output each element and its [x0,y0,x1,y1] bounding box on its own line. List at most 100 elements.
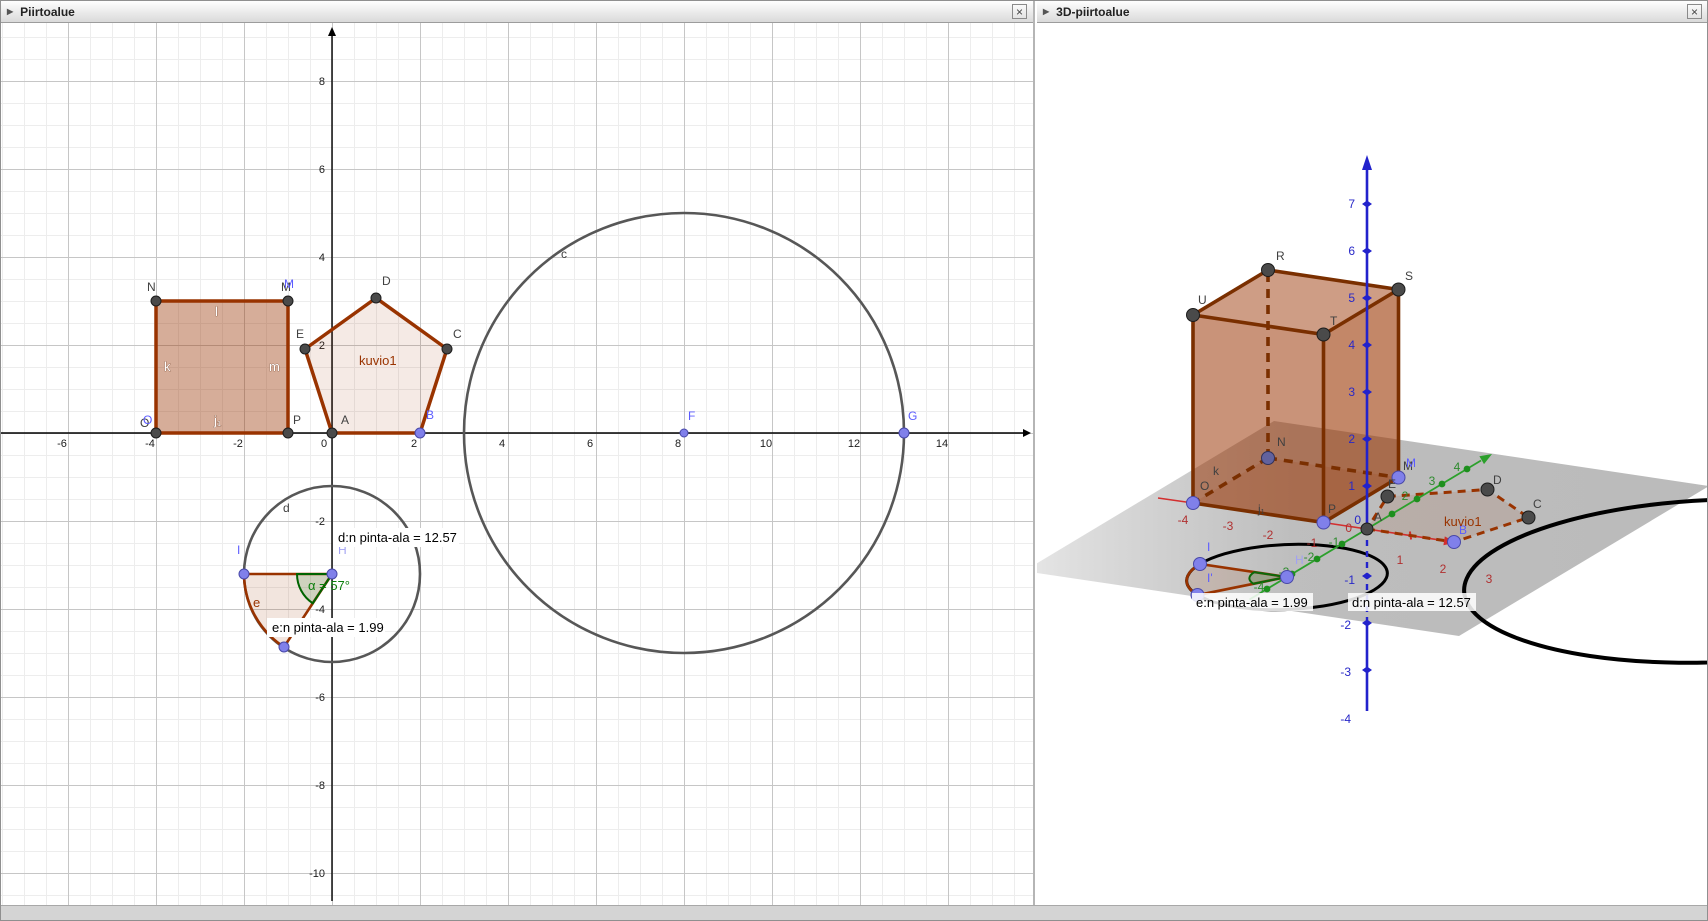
point-P[interactable] [283,428,293,438]
label3d-I[interactable]: I [1207,540,1210,554]
label-N[interactable]: N [147,280,156,294]
svg-text:4: 4 [319,252,325,264]
svg-text:2: 2 [1402,489,1409,503]
origin-zero-red: 0 [1345,521,1352,535]
label3d-D[interactable]: D [1493,473,1502,487]
point3d-H[interactable] [1281,571,1294,584]
graphics-view-3d[interactable]: 7 6 5 4 3 2 1 -1 -2 -3 -4 0 0 -4 -3 [1037,23,1708,905]
label3d-O[interactable]: O [1200,479,1209,493]
area-d-3d-text[interactable]: d:n pinta-ala = 12.57 [1352,595,1471,610]
label-C[interactable]: C [453,327,462,341]
label3d-R[interactable]: R [1276,249,1285,263]
label3d-E[interactable]: E [1388,477,1396,491]
point3d-S[interactable] [1392,283,1405,296]
label3d-side-k[interactable]: k [1213,464,1220,478]
label-A[interactable]: A [341,413,349,427]
svg-text:-6: -6 [57,438,67,450]
svg-text:8: 8 [675,438,681,450]
graphics-view-2d[interactable]: -6 -4 -2 0 2 4 6 8 10 12 14 8 6 4 [1,23,1033,905]
label-e[interactable]: e [253,595,260,610]
point3d-O[interactable] [1187,497,1200,510]
label3d-N[interactable]: N [1277,435,1286,449]
area-d-text[interactable]: d:n pinta-ala = 12.57 [338,530,457,545]
collapse-triangle-icon[interactable]: ▶ [7,8,13,16]
axes-2d [1,27,1031,901]
point-B[interactable] [415,428,425,438]
point-N[interactable] [151,296,161,306]
z-axis-arrow-icon [1362,155,1372,170]
point-A[interactable] [327,428,337,438]
svg-text:14: 14 [936,438,948,450]
label-O-blue[interactable]: O [143,413,152,427]
svg-text:-4: -4 [315,604,325,616]
point3d-A[interactable] [1361,523,1373,535]
point3d-T[interactable] [1317,328,1330,341]
label-side-l[interactable]: l [215,304,218,319]
collapse-triangle-icon[interactable]: ▶ [1043,8,1049,16]
label-I[interactable]: I [237,543,240,557]
point-I[interactable] [239,569,249,579]
label-D[interactable]: D [382,274,391,288]
svg-text:2: 2 [1440,562,1447,576]
label-side-j1[interactable]: j₁ [213,413,222,428]
label3d-kuvio1[interactable]: kuvio1 [1444,514,1482,529]
point3d-R[interactable] [1262,264,1275,277]
point3d-U[interactable] [1187,309,1200,322]
label-angle-alpha[interactable]: α = 57° [308,578,350,593]
point3d-N[interactable] [1262,452,1275,465]
panel-3d-titlebar: ▶ 3D-piirtoalue × [1037,1,1708,23]
point-D[interactable] [371,293,381,303]
label-kuvio1[interactable]: kuvio1 [359,353,397,368]
svg-text:-2: -2 [233,438,243,450]
label-side-k[interactable]: k [164,359,171,374]
label-M-blue[interactable]: M [284,277,294,291]
svg-text:3: 3 [1429,474,1436,488]
label3d-Ip[interactable]: I' [1207,571,1213,585]
y-tick-labels: 8 6 4 2 -2 -4 -6 -8 -10 [309,76,325,880]
point3d-B[interactable] [1448,536,1461,549]
close-icon[interactable]: × [1687,4,1702,19]
label3d-A[interactable]: A [1374,510,1382,524]
svg-text:4: 4 [1454,460,1461,474]
area-e-3d-text[interactable]: e:n pinta-ala = 1.99 [1196,595,1308,610]
panel-3d-title: 3D-piirtoalue [1056,5,1129,19]
svg-text:1: 1 [1397,553,1404,567]
label-P[interactable]: P [293,413,301,427]
point-C[interactable] [442,344,452,354]
svg-text:5: 5 [1348,291,1355,305]
label3d-M-blue[interactable]: M [1406,456,1416,470]
label-c[interactable]: c [561,247,567,261]
svg-text:12: 12 [848,438,860,450]
svg-text:3: 3 [1348,385,1355,399]
close-icon[interactable]: × [1012,4,1027,19]
point-M[interactable] [283,296,293,306]
point3d-C[interactable] [1522,511,1535,524]
svg-text:-4: -4 [145,438,155,450]
label-B[interactable]: B [426,408,434,422]
point-sector-end[interactable] [279,642,289,652]
label3d-T[interactable]: T [1330,314,1338,328]
svg-text:7: 7 [1348,197,1355,211]
area-e-text[interactable]: e:n pinta-ala = 1.99 [272,620,384,635]
point-G[interactable] [899,428,909,438]
svg-text:-2: -2 [1340,618,1351,632]
point-E[interactable] [300,344,310,354]
label3d-U[interactable]: U [1198,293,1207,307]
svg-text:4: 4 [1348,338,1355,352]
svg-text:-4: -4 [1340,712,1351,726]
label3d-H[interactable]: H [1295,553,1304,567]
point3d-E[interactable] [1381,490,1394,503]
label3d-P[interactable]: P [1328,502,1336,516]
label3d-C[interactable]: C [1533,497,1542,511]
label-E[interactable]: E [296,327,304,341]
label-side-m[interactable]: m [269,359,280,374]
label3d-S[interactable]: S [1405,269,1413,283]
label3d-side-j1[interactable]: j₁ [1257,502,1265,516]
point3d-P[interactable] [1317,516,1330,529]
label-G[interactable]: G [908,409,917,423]
label-F[interactable]: F [688,409,695,423]
point-F[interactable] [680,429,688,437]
point-O[interactable] [151,428,161,438]
point3d-I[interactable] [1194,558,1207,571]
label-d[interactable]: d [283,501,290,515]
